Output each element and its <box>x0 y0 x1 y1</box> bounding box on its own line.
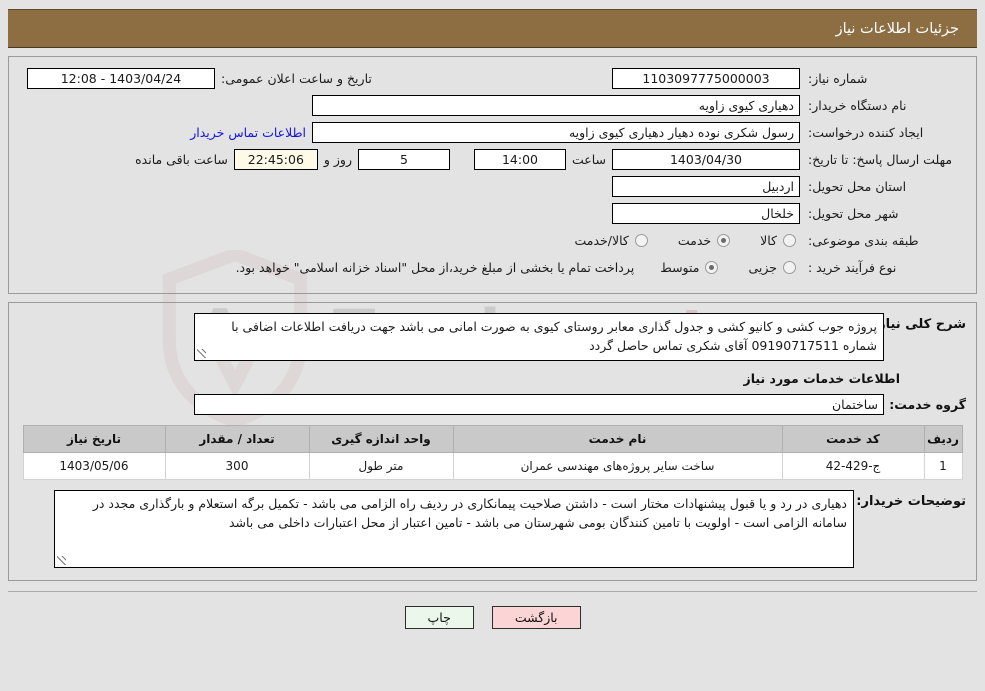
deadline-date-value: 1403/04/30 <box>612 148 800 170</box>
category-option-label: کالا <box>760 232 777 248</box>
need-details-panel: شرح کلی نیاز: پروژه جوب کشی و کانیو کشی … <box>8 302 977 581</box>
page-title-bar: جزئیات اطلاعات نیاز <box>8 9 977 48</box>
need-number-value: 1103097775000003 <box>612 67 800 89</box>
page-root: AnaTender.net جزئیات اطلاعات نیاز شماره … <box>0 0 985 691</box>
row-need-number: شماره نیاز: 1103097775000003 تاریخ و ساع… <box>15 67 970 89</box>
process-radio-group: جزیی متوسط <box>634 260 800 275</box>
cell-unit: متر طول <box>308 452 454 480</box>
services-section-title: اطلاعات خدمات مورد نیاز <box>743 371 901 386</box>
remaining-time-label: ساعت باقی مانده <box>135 151 228 167</box>
need-info-panel: شماره نیاز: 1103097775000003 تاریخ و ساع… <box>8 56 977 294</box>
process-option-label: متوسط <box>660 259 700 275</box>
cell-quantity: 300 <box>164 452 310 480</box>
row-description: شرح کلی نیاز: پروژه جوب کشی و کانیو کشی … <box>19 313 966 361</box>
buyer-contact-link[interactable]: اطلاعات تماس خریدار <box>184 125 312 140</box>
process-option-jozei[interactable]: جزیی <box>748 260 800 275</box>
footer-divider <box>8 591 977 592</box>
need-number-label: شماره نیاز: <box>808 70 868 86</box>
radio-icon[interactable] <box>705 260 719 274</box>
creator-label: ایجاد کننده درخواست: <box>808 124 924 140</box>
th-need-date: تاریخ نیاز <box>22 425 166 453</box>
deadline-label: مهلت ارسال پاسخ: تا تاریخ: <box>808 151 953 167</box>
city-value: خلخال <box>612 202 800 224</box>
row-service-group: گروه خدمت: ساختمان <box>19 394 966 415</box>
public-announce-value: 1403/04/24 - 12:08 <box>27 67 215 89</box>
cell-name: ساخت سایر پروژه‌های مهندسی عمران <box>452 452 783 480</box>
process-option-label: جزیی <box>748 259 777 275</box>
description-value[interactable]: پروژه جوب کشی و کانیو کشی و جدول گذاری م… <box>194 313 884 361</box>
row-province: استان محل تحویل: اردبیل <box>15 175 970 197</box>
category-label: طبقه بندی موضوعی: <box>808 232 919 248</box>
row-creator: ایجاد کننده درخواست: رسول شکری نوده دهیا… <box>15 121 970 143</box>
cell-need-date: 1403/05/06 <box>22 452 166 480</box>
row-city: شهر محل تحویل: خلخال <box>15 202 970 224</box>
print-button[interactable]: چاپ <box>404 606 474 629</box>
buyer-org-label: نام دستگاه خریدار: <box>808 97 907 113</box>
creator-value: رسول شکری نوده دهیار دهیاری کیوی زاویه <box>312 121 800 143</box>
deadline-hour-value: 14:00 <box>473 148 566 170</box>
category-option-label: خدمت <box>677 232 712 248</box>
radio-icon[interactable] <box>717 233 731 247</box>
buyer-notes-value[interactable]: دهیاری در رد و یا قبول پیشنهادات مختار ا… <box>54 490 854 568</box>
radio-icon[interactable] <box>783 260 796 274</box>
buyer-notes-label: توضیحات خریدار: <box>856 494 966 509</box>
row-process-type: نوع فرآیند خرید : جزیی متوسط پرداخت تمام… <box>15 256 970 278</box>
service-group-label: گروه خدمت: <box>889 397 966 412</box>
row-deadline: مهلت ارسال پاسخ: تا تاریخ: 1403/04/30 سا… <box>15 148 970 170</box>
back-button[interactable]: بازگشت <box>491 606 581 629</box>
remaining-days-value: 5 <box>357 148 450 170</box>
province-value: اردبیل <box>612 175 800 197</box>
th-quantity: تعداد / مقدار <box>164 425 310 453</box>
table-header-row: ردیف کد خدمت نام خدمت واحد اندازه گیری ت… <box>22 425 963 453</box>
category-option-kala-khedmat[interactable]: کالا/خدمت <box>574 233 651 248</box>
category-radio-group: کالا خدمت کالا/خدمت <box>548 233 800 248</box>
remaining-days-label: روز و <box>323 151 352 167</box>
payment-note: پرداخت تمام یا بخشی از مبلغ خرید،از محل … <box>235 259 635 275</box>
process-option-motevaset[interactable]: متوسط <box>660 260 722 275</box>
radio-icon[interactable] <box>634 233 648 247</box>
row-buyer-org: نام دستگاه خریدار: دهیاری کیوی زاویه <box>15 94 970 116</box>
footer-buttons: بازگشت چاپ <box>0 606 985 629</box>
public-announce-label: تاریخ و ساعت اعلان عمومی: <box>221 70 372 86</box>
province-label: استان محل تحویل: <box>808 178 907 194</box>
process-type-label: نوع فرآیند خرید : <box>808 259 897 275</box>
table-row[interactable]: 1 ج-429-42 ساخت سایر پروژه‌های مهندسی عم… <box>22 452 963 480</box>
cell-index: 1 <box>923 452 963 480</box>
th-unit: واحد اندازه گیری <box>308 425 454 453</box>
cell-code: ج-429-42 <box>781 452 925 480</box>
description-label: شرح کلی نیاز: <box>872 317 966 332</box>
th-code: کد خدمت <box>781 425 925 453</box>
service-group-value: ساختمان <box>194 394 884 415</box>
city-label: شهر محل تحویل: <box>808 205 899 221</box>
deadline-hour-label: ساعت <box>571 151 606 167</box>
radio-icon[interactable] <box>783 233 796 247</box>
buyer-org-value: دهیاری کیوی زاویه <box>312 94 800 116</box>
th-name: نام خدمت <box>452 425 783 453</box>
row-buyer-notes: توضیحات خریدار: دهیاری در رد و یا قبول پ… <box>19 490 966 568</box>
th-index: ردیف <box>923 425 963 453</box>
row-category: طبقه بندی موضوعی: کالا خدمت کالا/خدمت <box>15 229 970 251</box>
category-option-kala[interactable]: کالا <box>760 233 800 248</box>
services-table: ردیف کد خدمت نام خدمت واحد اندازه گیری ت… <box>22 425 963 480</box>
category-option-khedmat[interactable]: خدمت <box>678 233 734 248</box>
remaining-time-value: 22:45:06 <box>233 148 318 170</box>
category-option-label: کالا/خدمت <box>574 232 629 248</box>
page-title: جزئیات اطلاعات نیاز <box>835 20 959 37</box>
